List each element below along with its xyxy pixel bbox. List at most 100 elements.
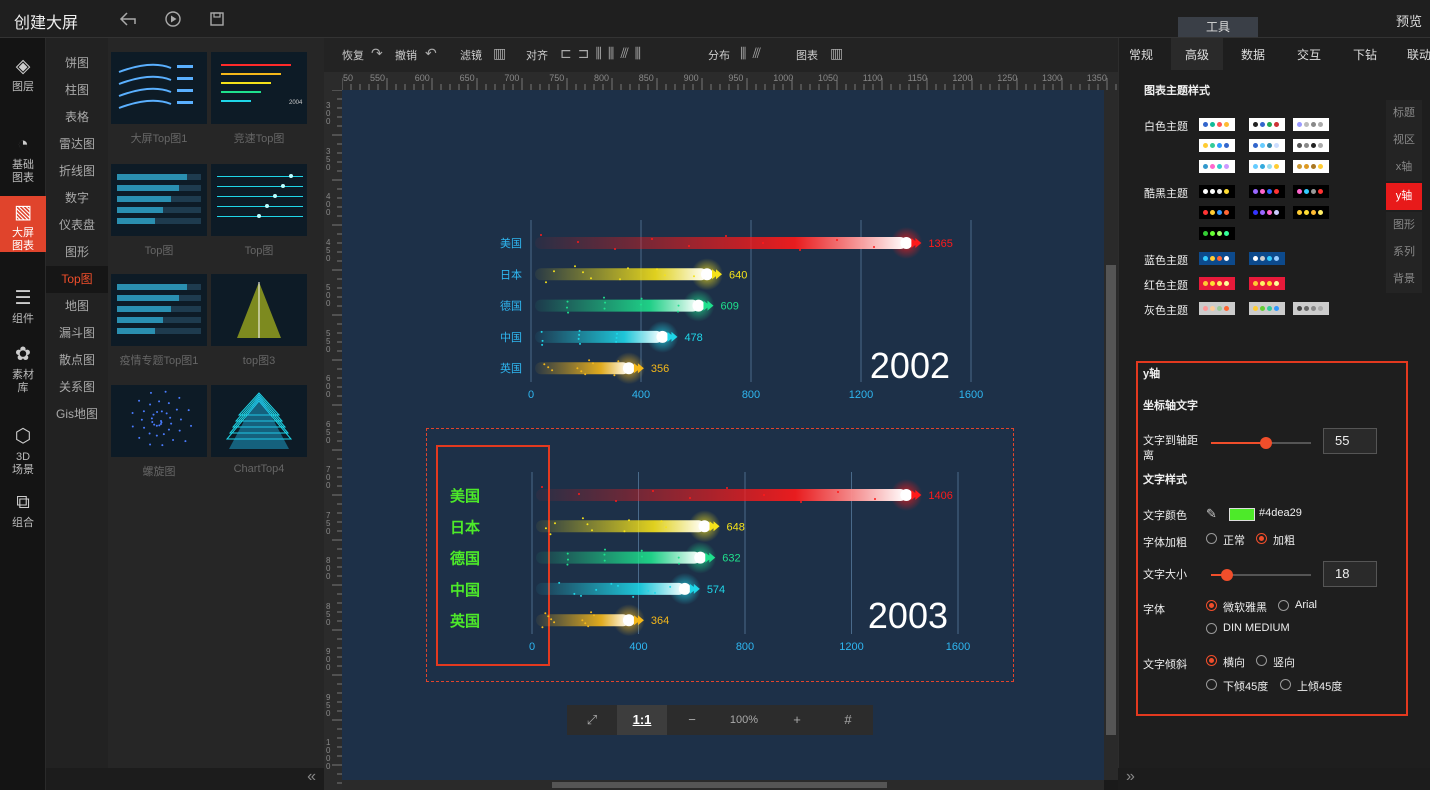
redo-icon[interactable]: ↷	[371, 45, 383, 62]
color-swatch[interactable]	[1229, 508, 1255, 521]
grid-icon[interactable]: #	[823, 705, 873, 735]
nav-group[interactable]: ⧉ 组合	[0, 486, 46, 529]
theme-swatch[interactable]	[1199, 252, 1235, 265]
side-tab[interactable]: 图形	[1386, 212, 1422, 239]
theme-swatch[interactable]	[1199, 302, 1235, 315]
data-bar[interactable]	[535, 299, 699, 312]
category-item[interactable]: 表格	[46, 104, 108, 131]
design-canvas[interactable]: 0 400 800 1200 1600 1365 美国 640 日本 609 德国 478 中国 356 英…	[342, 90, 1104, 780]
chart-thumbnail[interactable]: top图3	[211, 274, 307, 368]
theme-swatch[interactable]	[1293, 118, 1329, 131]
category-item[interactable]: 漏斗图	[46, 320, 108, 347]
slider-knob[interactable]	[1221, 569, 1233, 581]
preview-button[interactable]: 预览	[1396, 11, 1422, 30]
side-tab[interactable]: y轴	[1386, 183, 1422, 210]
nav-sliders[interactable]: ☰ 组件	[0, 282, 46, 325]
play-icon[interactable]	[163, 9, 183, 29]
theme-swatch[interactable]	[1249, 302, 1285, 315]
undo-button[interactable]: 撤销	[395, 47, 417, 63]
theme-swatch[interactable]	[1293, 160, 1329, 173]
category-item[interactable]: 地图	[46, 293, 108, 320]
nav-layers[interactable]: ◈ 图层	[0, 50, 46, 93]
data-bar[interactable]	[535, 330, 663, 343]
category-item[interactable]: Top图	[46, 266, 108, 293]
radio-button[interactable]	[1206, 623, 1217, 634]
panel-tab[interactable]: 高级	[1171, 38, 1223, 70]
zoom-in-button[interactable]: +	[771, 705, 823, 735]
theme-swatch[interactable]	[1249, 118, 1285, 131]
category-item[interactable]: 仪表盘	[46, 212, 108, 239]
chart-thumbnail[interactable]: Top图	[211, 164, 307, 258]
data-bar[interactable]	[535, 362, 629, 375]
tool-tab[interactable]: 工具	[1178, 17, 1258, 37]
theme-swatch[interactable]	[1199, 206, 1235, 219]
collapse-left-icon[interactable]: «	[46, 768, 324, 790]
theme-swatch[interactable]	[1249, 252, 1285, 265]
category-item[interactable]: 柱图	[46, 77, 108, 104]
theme-swatch[interactable]	[1249, 206, 1285, 219]
radio-button[interactable]	[1280, 679, 1291, 690]
chart-icon[interactable]: ▥	[830, 45, 843, 62]
theme-swatch[interactable]	[1199, 139, 1235, 152]
radio-button[interactable]	[1206, 655, 1217, 666]
undo-icon[interactable]: ↶	[425, 45, 437, 62]
chart-button[interactable]: 图表	[796, 47, 818, 63]
radio-button[interactable]	[1256, 655, 1267, 666]
data-bar[interactable]	[536, 551, 701, 564]
distance-slider[interactable]	[1211, 437, 1311, 449]
theme-swatch[interactable]	[1249, 277, 1285, 290]
theme-swatch[interactable]	[1199, 185, 1235, 198]
zoom-out-button[interactable]: −	[667, 705, 717, 735]
theme-swatch[interactable]	[1249, 160, 1285, 173]
theme-swatch[interactable]	[1249, 139, 1285, 152]
radio-button[interactable]	[1206, 600, 1217, 611]
filter-button[interactable]: 滤镜	[460, 47, 482, 63]
align-icons[interactable]: ⊏⊐⫼⫼⫻⫼	[560, 45, 647, 62]
theme-swatch[interactable]	[1199, 277, 1235, 290]
category-item[interactable]: 雷达图	[46, 131, 108, 158]
data-bar[interactable]	[535, 268, 707, 281]
theme-swatch[interactable]	[1199, 160, 1235, 173]
radio-button[interactable]	[1206, 533, 1217, 544]
slider-knob[interactable]	[1260, 437, 1272, 449]
side-tab[interactable]: x轴	[1386, 154, 1422, 181]
chart-thumbnail[interactable]: 疫情专题Top图1	[111, 274, 207, 368]
data-bar[interactable]	[535, 237, 907, 249]
category-item[interactable]: 散点图	[46, 347, 108, 374]
fit-screen-icon[interactable]: ⤢	[567, 705, 617, 735]
data-bar[interactable]	[536, 520, 705, 533]
nav-pie-chart[interactable]: ◔ 基础 图表	[0, 128, 46, 184]
chart-thumbnail[interactable]: 大屏Top图1	[111, 52, 207, 146]
panel-tab[interactable]: 下钻	[1339, 38, 1391, 70]
radio-button[interactable]	[1206, 679, 1217, 690]
radio-button[interactable]	[1278, 600, 1289, 611]
side-tab[interactable]: 标题	[1386, 100, 1422, 127]
distribute-icons[interactable]: ⫼⫻	[740, 45, 767, 62]
side-tab[interactable]: 系列	[1386, 239, 1422, 266]
theme-swatch[interactable]	[1199, 118, 1235, 131]
redo-button[interactable]: 恢复	[342, 47, 364, 63]
nav-cube[interactable]: ⬡ 3D 场景	[0, 420, 46, 476]
distance-input[interactable]: 55	[1323, 428, 1377, 454]
eyedropper-icon[interactable]: ✎	[1206, 506, 1217, 522]
distribute-button[interactable]: 分布	[708, 47, 730, 63]
top-chart-2002[interactable]: 0 400 800 1200 1600 1365 美国 640 日本 609 德国 478 中国 356 英…	[482, 220, 1002, 410]
category-item[interactable]: 饼图	[46, 50, 108, 77]
theme-swatch[interactable]	[1293, 206, 1329, 219]
chart-thumbnail[interactable]: ChartTop4	[211, 385, 307, 475]
size-input[interactable]: 18	[1323, 561, 1377, 587]
save-icon[interactable]	[207, 9, 227, 29]
category-item[interactable]: 折线图	[46, 158, 108, 185]
back-icon[interactable]	[118, 9, 138, 29]
nav-material[interactable]: ✿ 素材 库	[0, 338, 46, 394]
radio-button[interactable]	[1256, 533, 1267, 544]
chart-thumbnail[interactable]: Top图	[111, 164, 207, 258]
category-item[interactable]: 数字	[46, 185, 108, 212]
theme-swatch[interactable]	[1293, 185, 1329, 198]
vertical-scrollbar[interactable]	[1104, 90, 1118, 780]
nav-monitor-chart[interactable]: ▧ 大屏 图表	[0, 196, 46, 252]
category-item[interactable]: 关系图	[46, 374, 108, 401]
collapse-right-icon[interactable]: »	[1118, 768, 1430, 790]
side-tab[interactable]: 背景	[1386, 266, 1422, 293]
panel-tab[interactable]: 交互	[1283, 38, 1335, 70]
